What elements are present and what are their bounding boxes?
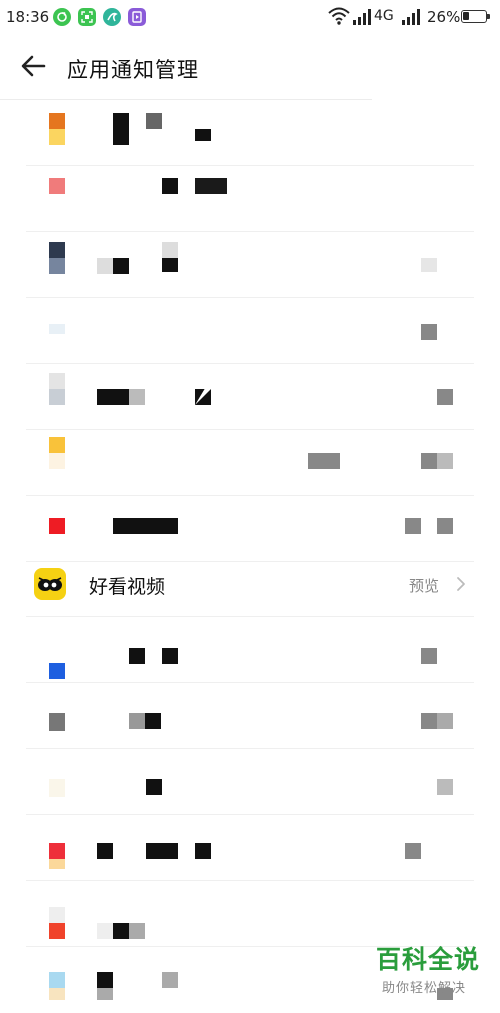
list-item[interactable] bbox=[0, 232, 500, 298]
redacted-status bbox=[437, 518, 453, 534]
page-title: 应用通知管理 bbox=[67, 58, 199, 82]
redacted-status bbox=[437, 713, 453, 729]
redacted-text bbox=[162, 258, 178, 272]
redacted-text bbox=[129, 648, 145, 664]
app-icon bbox=[49, 518, 65, 534]
redacted-status bbox=[421, 648, 437, 664]
redacted-text bbox=[97, 843, 113, 859]
redacted-text bbox=[195, 389, 211, 405]
app-icon bbox=[49, 178, 65, 194]
redacted-status bbox=[421, 324, 437, 340]
battery-icon bbox=[461, 10, 490, 23]
redacted-text bbox=[97, 923, 113, 939]
redacted-text bbox=[195, 843, 211, 859]
redacted-text bbox=[97, 988, 113, 1000]
redacted-status bbox=[405, 518, 421, 534]
list-item[interactable] bbox=[0, 166, 500, 232]
redacted-status bbox=[405, 843, 421, 859]
app-icon bbox=[49, 113, 65, 129]
redacted-status bbox=[421, 453, 437, 469]
list-item[interactable] bbox=[0, 100, 500, 166]
redacted-text bbox=[162, 242, 178, 258]
redacted-status bbox=[437, 389, 453, 405]
list-item[interactable] bbox=[0, 617, 500, 683]
network-type: 4G bbox=[374, 8, 394, 24]
redacted-text bbox=[113, 923, 129, 939]
watermark-logo: 百科全说 助你轻松解决 bbox=[376, 940, 500, 1000]
list-item[interactable] bbox=[0, 298, 500, 364]
redacted-text bbox=[146, 779, 162, 795]
app-icon bbox=[49, 324, 65, 334]
list-item[interactable] bbox=[0, 815, 500, 881]
signal-icon-2 bbox=[402, 9, 420, 25]
wifi-icon bbox=[328, 7, 350, 25]
redacted-text bbox=[195, 129, 211, 141]
browser-app-icon bbox=[103, 8, 121, 26]
list-item[interactable] bbox=[0, 364, 500, 430]
redacted-status bbox=[421, 713, 437, 729]
signal-icon bbox=[353, 9, 371, 25]
redacted-text bbox=[113, 113, 129, 145]
app-icon bbox=[49, 373, 65, 389]
redacted-text bbox=[146, 113, 162, 129]
app-icon bbox=[49, 972, 65, 988]
list-item-haokan[interactable]: 好看视频 预览 bbox=[0, 551, 500, 617]
preview-label: 预览 bbox=[409, 577, 440, 595]
app-icon bbox=[49, 242, 65, 258]
list-item[interactable] bbox=[0, 881, 500, 947]
arrow-left-icon[interactable] bbox=[18, 51, 48, 81]
battery-percent: 26% bbox=[427, 8, 461, 26]
status-bar: 18:36 4G 26% bbox=[0, 0, 500, 34]
refresh-app-icon bbox=[53, 8, 71, 26]
redacted-text bbox=[97, 972, 113, 988]
app-icon bbox=[49, 843, 65, 859]
app-icon bbox=[49, 258, 65, 274]
app-icon bbox=[49, 988, 65, 1000]
app-icon bbox=[49, 907, 65, 923]
redacted-text bbox=[129, 923, 145, 939]
redacted-text bbox=[129, 389, 145, 405]
redacted-text bbox=[162, 972, 178, 988]
redacted-status bbox=[421, 258, 437, 272]
list-item[interactable] bbox=[0, 749, 500, 815]
app-bar: 应用通知管理 bbox=[0, 34, 500, 100]
redacted-text bbox=[195, 178, 227, 194]
redacted-text bbox=[146, 843, 178, 859]
app-icon bbox=[49, 437, 65, 453]
app-icon bbox=[49, 779, 65, 797]
app-icon bbox=[49, 663, 65, 679]
app-icon bbox=[49, 129, 65, 145]
app-name: 好看视频 bbox=[89, 576, 166, 598]
redacted-text bbox=[97, 389, 129, 405]
video-app-icon bbox=[128, 8, 146, 26]
app-icon bbox=[49, 453, 65, 469]
app-icon bbox=[49, 923, 65, 939]
redacted-text bbox=[113, 258, 129, 274]
redacted-status bbox=[437, 453, 453, 469]
watermark-subtitle: 助你轻松解决 bbox=[382, 981, 467, 996]
list-item[interactable] bbox=[0, 683, 500, 749]
list-item[interactable] bbox=[0, 430, 500, 496]
redacted-text bbox=[129, 713, 145, 729]
watermark-title: 百科全说 bbox=[376, 945, 481, 974]
app-icon bbox=[49, 713, 65, 731]
haokan-eyes-icon bbox=[34, 568, 66, 600]
redacted-text bbox=[145, 713, 161, 729]
redacted-status bbox=[308, 453, 340, 469]
chevron-right-icon bbox=[457, 577, 465, 591]
app-icon bbox=[49, 389, 65, 405]
status-time: 18:36 bbox=[6, 8, 50, 26]
redacted-text bbox=[162, 648, 178, 664]
scan-app-icon bbox=[78, 8, 96, 26]
redacted-text bbox=[97, 258, 113, 274]
app-icon bbox=[49, 859, 65, 869]
redacted-status bbox=[437, 779, 453, 795]
redacted-text bbox=[162, 178, 178, 194]
redacted-text bbox=[113, 518, 178, 534]
